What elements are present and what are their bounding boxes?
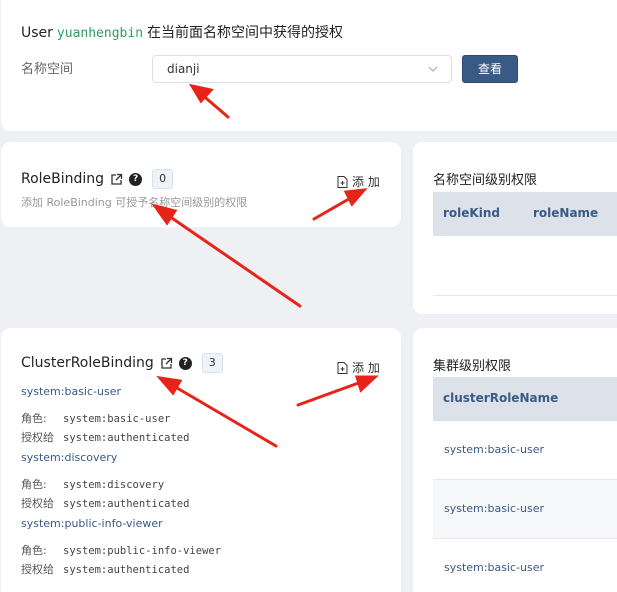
namespace-label: 名称空间 xyxy=(21,62,74,77)
column-header-rolename[interactable]: roleName xyxy=(533,206,598,220)
grant-key: 授权给 xyxy=(21,431,54,444)
namespace-permissions-table-header: roleKind roleName xyxy=(433,192,617,236)
help-icon[interactable]: ? xyxy=(178,356,192,370)
binding-grant-row: 授权给 system:authenticated xyxy=(21,561,189,577)
namespace-permissions-title: 名称空间级别权限 xyxy=(433,173,538,188)
role-key: 角色: xyxy=(21,478,47,491)
title-prefix: User xyxy=(21,25,53,41)
binding-link[interactable]: system:public-info-viewer xyxy=(21,517,163,530)
table-divider xyxy=(433,295,617,296)
annotation-arrow xyxy=(164,212,302,308)
binding-role-row: 角色: system:discovery xyxy=(21,476,164,492)
add-file-icon xyxy=(337,175,348,188)
external-link-icon[interactable] xyxy=(160,357,173,370)
grant-value: system:authenticated xyxy=(63,564,190,576)
role-key: 角色: xyxy=(21,412,47,425)
table-row[interactable]: system:basic-user xyxy=(433,421,617,480)
role-value: system:public-info-viewer xyxy=(63,545,222,557)
chevron-down-icon xyxy=(428,66,438,72)
rolebinding-description: 添加 RoleBinding 可授予名称空间级别的权限 xyxy=(21,196,248,209)
username: yuanhengbin xyxy=(56,26,144,41)
role-value: system:discovery xyxy=(63,479,165,491)
add-file-icon xyxy=(337,361,348,374)
rolebinding-title: RoleBinding xyxy=(21,171,105,187)
cluster-permissions-card: 集群级别权限 clusterRoleName system:basic-user… xyxy=(413,328,617,592)
clusterrolebinding-card: ClusterRoleBinding ? 3 添 加 system:basic-… xyxy=(1,328,401,592)
external-link-icon[interactable] xyxy=(110,173,123,186)
table-cell: system:basic-user xyxy=(444,502,544,515)
grant-key: 授权给 xyxy=(21,563,54,576)
table-cell: system:basic-user xyxy=(444,443,544,456)
table-row[interactable]: system:basic-user xyxy=(433,480,617,539)
column-header-clusterrolename[interactable]: clusterRoleName xyxy=(443,391,558,405)
binding-link[interactable]: system:discovery xyxy=(21,451,117,464)
binding-role-row: 角色: system:basic-user xyxy=(21,410,170,426)
user-permission-header-card: User yuanhengbin 在当前面名称空间中获得的授权 名称空间 dianj… xyxy=(1,0,617,131)
namespace-select-value: dianji xyxy=(167,62,200,76)
clusterrolebinding-count-badge: 3 xyxy=(201,353,223,373)
role-key: 角色: xyxy=(21,544,47,557)
grant-key: 授权给 xyxy=(21,497,54,510)
add-clusterrolebinding-button[interactable]: 添 加 xyxy=(337,359,380,376)
binding-grant-row: 授权给 system:authenticated xyxy=(21,495,189,511)
column-header-rolekind[interactable]: roleKind xyxy=(443,206,500,220)
query-button[interactable]: 查看 xyxy=(462,55,518,83)
page-title: User yuanhengbin 在当前面名称空间中获得的授权 xyxy=(21,22,343,42)
title-suffix: 在当前面名称空间中获得的授权 xyxy=(147,25,344,41)
rolebinding-count-badge: 0 xyxy=(152,169,174,189)
help-icon[interactable]: ? xyxy=(129,172,143,186)
binding-role-row: 角色: system:public-info-viewer xyxy=(21,542,221,558)
clusterrolebinding-title: ClusterRoleBinding xyxy=(21,355,154,371)
rolebinding-header: RoleBinding ? 0 xyxy=(21,169,174,189)
cluster-permissions-title: 集群级别权限 xyxy=(433,359,512,374)
cluster-permissions-table-header: clusterRoleName xyxy=(433,377,617,421)
role-value: system:basic-user xyxy=(63,413,171,425)
clusterrolebinding-header: ClusterRoleBinding ? 3 xyxy=(21,353,223,373)
grant-value: system:authenticated xyxy=(63,432,190,444)
add-rolebinding-button[interactable]: 添 加 xyxy=(337,173,380,190)
binding-grant-row: 授权给 system:authenticated xyxy=(21,429,189,445)
namespace-select[interactable]: dianji xyxy=(152,55,452,83)
rolebinding-card: RoleBinding ? 0 添 加 添加 RoleBinding 可授予名称… xyxy=(1,142,401,227)
add-rolebinding-label: 添 加 xyxy=(352,175,380,189)
namespace-permissions-card: 名称空间级别权限 roleKind roleName xyxy=(413,142,617,314)
grant-value: system:authenticated xyxy=(63,498,190,510)
add-clusterrolebinding-label: 添 加 xyxy=(352,361,380,375)
table-row[interactable]: system:basic-user xyxy=(433,539,617,592)
binding-link[interactable]: system:basic-user xyxy=(21,385,121,398)
table-cell: system:basic-user xyxy=(444,561,544,574)
